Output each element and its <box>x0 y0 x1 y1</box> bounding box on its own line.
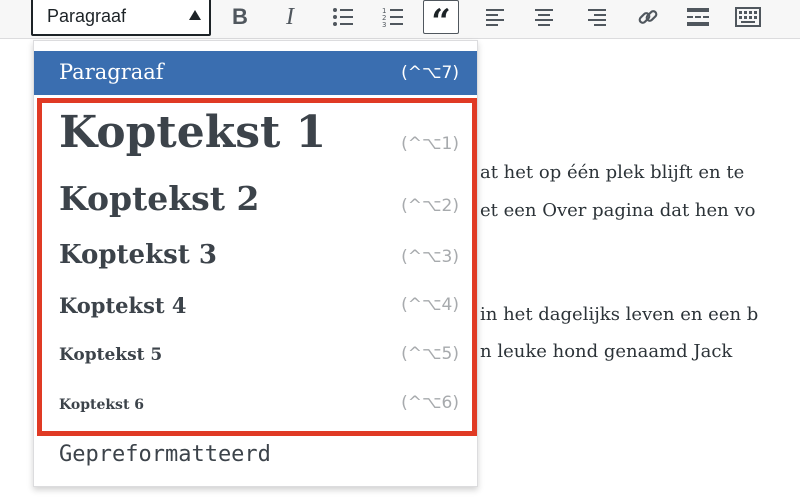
blockquote-button[interactable]: “ <box>423 0 459 39</box>
menu-item-shortcut: (^⌥5) <box>401 344 459 364</box>
menu-item-label: Koptekst 2 <box>59 179 260 218</box>
editor-content[interactable]: at het op één plek blijft en te et een O… <box>480 0 800 500</box>
italic-icon: I <box>286 3 294 30</box>
chevron-up-icon <box>189 10 201 20</box>
menu-item-paragraph[interactable]: Paragraaf (^⌥7) <box>34 51 477 95</box>
bulleted-list-button[interactable] <box>325 0 361 34</box>
menu-item-shortcut: (^⌥6) <box>401 393 459 413</box>
menu-item-label: Koptekst 1 <box>59 107 327 158</box>
format-select-value: Paragraaf <box>47 5 127 26</box>
menu-item-label: Koptekst 3 <box>59 240 217 270</box>
numbered-list-icon: 1 2 3 <box>382 7 403 28</box>
content-line: at het op één plek blijft en te <box>480 162 745 183</box>
bulleted-list-icon <box>333 8 353 26</box>
menu-item-label: Koptekst 5 <box>59 345 163 365</box>
svg-text:3: 3 <box>382 21 386 28</box>
menu-item-heading-4[interactable]: Koptekst 4 (^⌥4) <box>34 288 477 336</box>
menu-item-label: Paragraaf <box>59 60 164 84</box>
numbered-list-button[interactable]: 1 2 3 <box>375 0 411 34</box>
menu-item-shortcut: (^⌥4) <box>401 295 459 315</box>
menu-item-heading-6[interactable]: Koptekst 6 (^⌥6) <box>34 388 477 434</box>
blockquote-icon: “ <box>431 2 451 42</box>
menu-item-label: Koptekst 6 <box>59 397 145 413</box>
format-dropdown-menu: Paragraaf (^⌥7) Koptekst 1 (^⌥1) Kopteks… <box>33 40 478 487</box>
content-line: et een Over pagina dat hen vo <box>480 200 756 221</box>
menu-item-shortcut: (^⌥3) <box>401 247 459 267</box>
menu-item-label: Koptekst 4 <box>59 293 187 318</box>
menu-item-heading-3[interactable]: Koptekst 3 (^⌥3) <box>34 236 477 286</box>
content-line: in het dagelijks leven en een b <box>480 304 759 325</box>
italic-button[interactable]: I <box>272 0 308 34</box>
bold-icon: B <box>232 4 248 29</box>
menu-item-preformatted[interactable]: Gepreformatteerd <box>34 436 477 480</box>
bold-button[interactable]: B <box>222 0 258 34</box>
format-select[interactable]: Paragraaf <box>31 0 211 36</box>
menu-item-shortcut: (^⌥2) <box>401 196 459 216</box>
content-line: n leuke hond genaamd Jack <box>480 341 733 362</box>
menu-item-shortcut: (^⌥7) <box>401 63 459 83</box>
menu-item-shortcut: (^⌥1) <box>401 134 459 154</box>
menu-item-label: Gepreformatteerd <box>59 442 271 467</box>
menu-item-heading-2[interactable]: Koptekst 2 (^⌥2) <box>34 173 477 233</box>
menu-item-heading-5[interactable]: Koptekst 5 (^⌥5) <box>34 339 477 385</box>
menu-item-heading-1[interactable]: Koptekst 1 (^⌥1) <box>34 101 477 171</box>
